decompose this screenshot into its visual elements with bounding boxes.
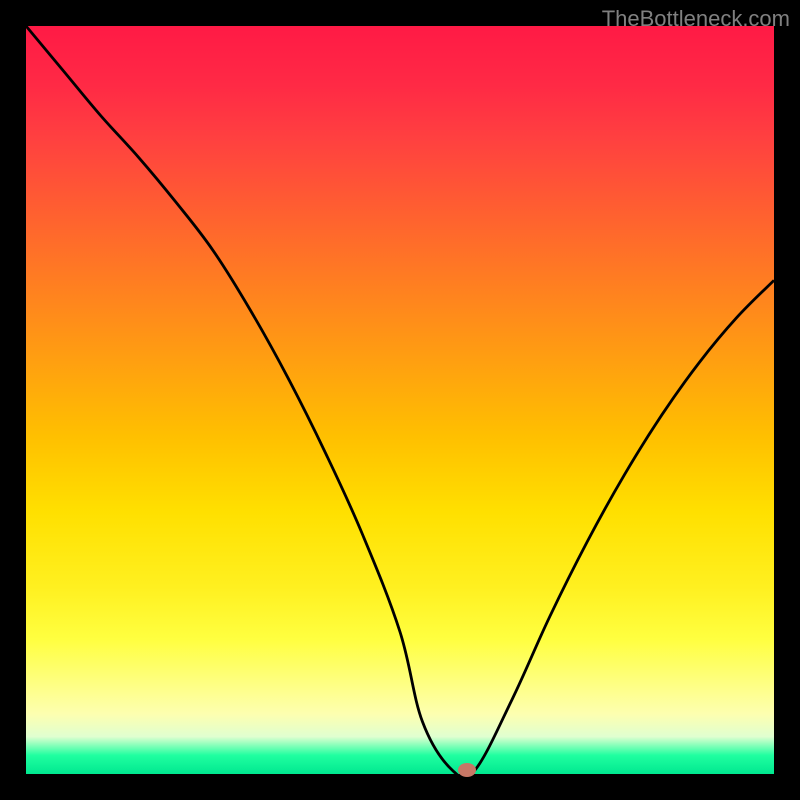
optimal-point-marker	[458, 763, 476, 777]
chart-container: TheBottleneck.com	[0, 0, 800, 800]
plot-area	[26, 26, 774, 774]
watermark-text: TheBottleneck.com	[602, 6, 790, 32]
bottleneck-curve	[26, 26, 774, 774]
